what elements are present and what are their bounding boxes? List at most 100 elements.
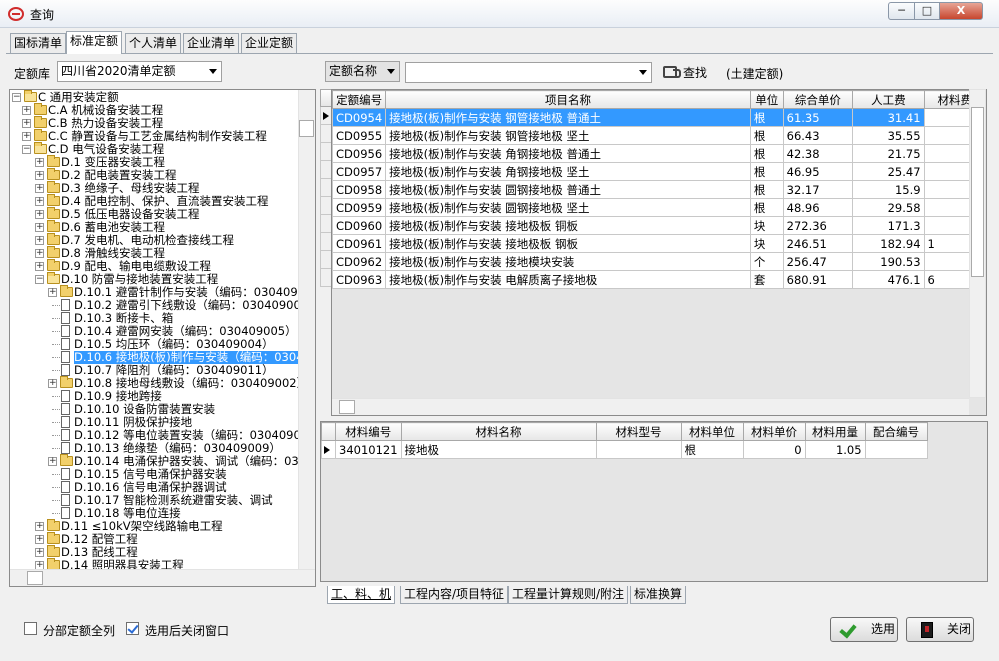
material-grid[interactable]: 材料编号 材料名称 材料型号 材料单位 材料单价 材料用量 配合编号 34010121 接地极… — [320, 421, 988, 582]
material-column-header[interactable]: 材料名称 — [400, 422, 597, 441]
expand-icon[interactable]: + — [22, 106, 31, 115]
collapse-icon[interactable]: − — [12, 93, 21, 102]
find-button[interactable]: 查找 — [663, 63, 707, 83]
tree-connector — [52, 500, 60, 501]
folder-open-icon — [24, 90, 37, 102]
tree-vertical-scroll-thumb[interactable] — [299, 120, 314, 137]
tab-national-list[interactable]: 国标清单 — [10, 33, 67, 53]
quota-grid-horizontal-scroll-thumb[interactable] — [339, 400, 355, 414]
tree-horizontal-scrollbar[interactable] — [10, 569, 315, 586]
tree-vertical-scrollbar[interactable] — [298, 90, 315, 570]
app-icon — [8, 7, 24, 21]
folder-icon — [47, 220, 60, 232]
expand-icon[interactable]: + — [35, 535, 44, 544]
tab-enterprise-quota[interactable]: 企业定额 — [241, 33, 298, 53]
tab-standard-conversion[interactable]: 标准换算 — [630, 586, 687, 604]
expand-icon[interactable]: + — [22, 119, 31, 128]
expand-icon[interactable]: + — [35, 548, 44, 557]
material-column-header[interactable]: 材料编号 — [335, 422, 402, 441]
expand-icon[interactable]: + — [35, 249, 44, 258]
search-field-select[interactable]: 定额名称 — [325, 61, 400, 82]
tab-calc-rules[interactable]: 工程量计算规则/附注 — [508, 586, 629, 604]
expand-icon[interactable]: + — [35, 223, 44, 232]
tree-connector — [52, 474, 60, 475]
expand-icon[interactable]: + — [22, 132, 31, 141]
quota-lib-select[interactable]: 四川省2020清单定额 — [57, 61, 222, 82]
quota-row[interactable]: CD0960 接地极(板)制作与安装 接地极板 铜板块 272.36 171.3 — [332, 216, 986, 235]
quota-row[interactable]: CD0963 接地极(板)制作与安装 电解质离子接地极套 680.91 476.1 6 — [332, 270, 986, 289]
collapse-icon[interactable]: − — [35, 275, 44, 284]
document-icon — [61, 403, 70, 415]
material-column-header[interactable]: 材料用量 — [804, 422, 866, 441]
folder-icon — [60, 376, 73, 388]
material-column-header[interactable]: 材料型号 — [595, 422, 682, 441]
close-after-select-checkbox[interactable] — [126, 622, 139, 635]
quota-row[interactable]: CD0954 接地极(板)制作与安装 钢管接地极 普通土根 61.35 31.41 — [332, 108, 986, 127]
material-column-header[interactable]: 材料单位 — [680, 422, 744, 441]
quota-column-header[interactable]: 人工费 — [852, 90, 925, 109]
show-all-checkbox[interactable] — [24, 622, 37, 635]
document-icon — [61, 416, 70, 428]
quota-cell: 套 — [749, 270, 784, 289]
quota-cell: 35.55 — [852, 126, 925, 145]
quota-grid-horizontal-scrollbar[interactable] — [332, 398, 969, 415]
tab-labor-material-machine[interactable]: 工、料、机 — [327, 586, 396, 604]
quota-column-header[interactable]: 项目名称 — [385, 90, 751, 109]
folder-icon — [47, 519, 60, 531]
quota-cell: 接地极(板)制作与安装 圆钢接地极 坚土 — [385, 198, 751, 217]
title-bar: 查询 ─ □ X — [0, 0, 999, 28]
document-icon — [61, 299, 70, 311]
quota-cell: CD0960 — [332, 216, 387, 235]
expand-icon[interactable]: + — [35, 236, 44, 245]
quota-cell: 块 — [749, 234, 784, 253]
tab-enterprise-list[interactable]: 企业清单 — [183, 33, 240, 53]
tab-standard-quota[interactable]: 标准定额 — [66, 31, 123, 54]
quota-grid[interactable]: 定额编号 项目名称 单位 综合单价 人工费 材料费 CD0954 接地极(板)制作与安装 钢… — [331, 89, 987, 416]
quota-column-header[interactable]: 定额编号 — [332, 90, 387, 109]
expand-icon[interactable]: + — [48, 457, 57, 466]
expand-icon[interactable]: + — [35, 522, 44, 531]
quota-cell: CD0957 — [332, 162, 387, 181]
quota-grid-vertical-scrollbar[interactable] — [969, 89, 986, 398]
quota-cell: 根 — [749, 198, 784, 217]
tab-work-content[interactable]: 工程内容/项目特征 — [400, 586, 509, 604]
close-button[interactable]: 关闭 — [906, 617, 974, 642]
quota-column-header[interactable]: 综合单价 — [782, 90, 854, 109]
quota-row[interactable]: CD0962 接地极(板)制作与安装 接地模块安装个 256.47 190.53 — [332, 252, 986, 271]
close-window-button[interactable]: X — [939, 2, 983, 20]
quota-grid-vertical-scroll-thumb[interactable] — [971, 107, 984, 277]
folder-icon — [34, 129, 47, 141]
expand-icon[interactable]: + — [35, 197, 44, 206]
tree-connector — [52, 318, 60, 319]
expand-icon[interactable]: + — [35, 171, 44, 180]
collapse-icon[interactable]: − — [22, 145, 31, 154]
quota-row[interactable]: CD0961 接地极(板)制作与安装 接地极板 钢板块 246.51 182.94 1 — [332, 234, 986, 253]
quota-row[interactable]: CD0959 接地极(板)制作与安装 圆钢接地极 坚土根 48.96 29.58 — [332, 198, 986, 217]
search-field-value: 定额名称 — [329, 64, 378, 78]
minimize-button[interactable]: ─ — [888, 2, 915, 20]
quota-row[interactable]: CD0957 接地极(板)制作与安装 角钢接地极 坚土根 46.95 25.47 — [332, 162, 986, 181]
material-column-header[interactable]: 材料单价 — [742, 422, 806, 441]
tree-connector — [52, 357, 60, 358]
expand-icon[interactable]: + — [35, 262, 44, 271]
tree-horizontal-scroll-thumb[interactable] — [27, 571, 43, 585]
select-button[interactable]: 选用 — [830, 617, 898, 642]
expand-icon[interactable]: + — [48, 379, 57, 388]
quota-column-header[interactable]: 单位 — [749, 90, 784, 109]
tab-personal-list[interactable]: 个人清单 — [125, 33, 182, 53]
material-row[interactable]: 34010121 接地极 根 0 1.05 — [321, 440, 928, 459]
material-column-header[interactable]: 配合编号 — [864, 422, 928, 441]
expand-icon[interactable]: + — [35, 210, 44, 219]
quota-row[interactable]: CD0956 接地极(板)制作与安装 角钢接地极 普通土根 42.38 21.75 — [332, 144, 986, 163]
quota-row[interactable]: CD0955 接地极(板)制作与安装 钢管接地极 坚土根 66.43 35.55 — [332, 126, 986, 145]
maximize-button[interactable]: □ — [914, 2, 940, 20]
quota-cell: 根 — [749, 180, 784, 199]
expand-icon[interactable]: + — [48, 288, 57, 297]
quota-row[interactable]: CD0958 接地极(板)制作与安装 圆钢接地极 普通土根 32.17 15.9 — [332, 180, 986, 199]
row-indicator[interactable] — [321, 440, 336, 459]
find-icon — [663, 66, 681, 78]
expand-icon[interactable]: + — [35, 184, 44, 193]
search-input[interactable] — [405, 62, 652, 83]
expand-icon[interactable]: + — [35, 158, 44, 167]
quota-tree[interactable]: − C 通用安装定额 + C.A 机械设备安装工程 + C.B 热力设备安装工程 + C.C … — [9, 89, 316, 587]
